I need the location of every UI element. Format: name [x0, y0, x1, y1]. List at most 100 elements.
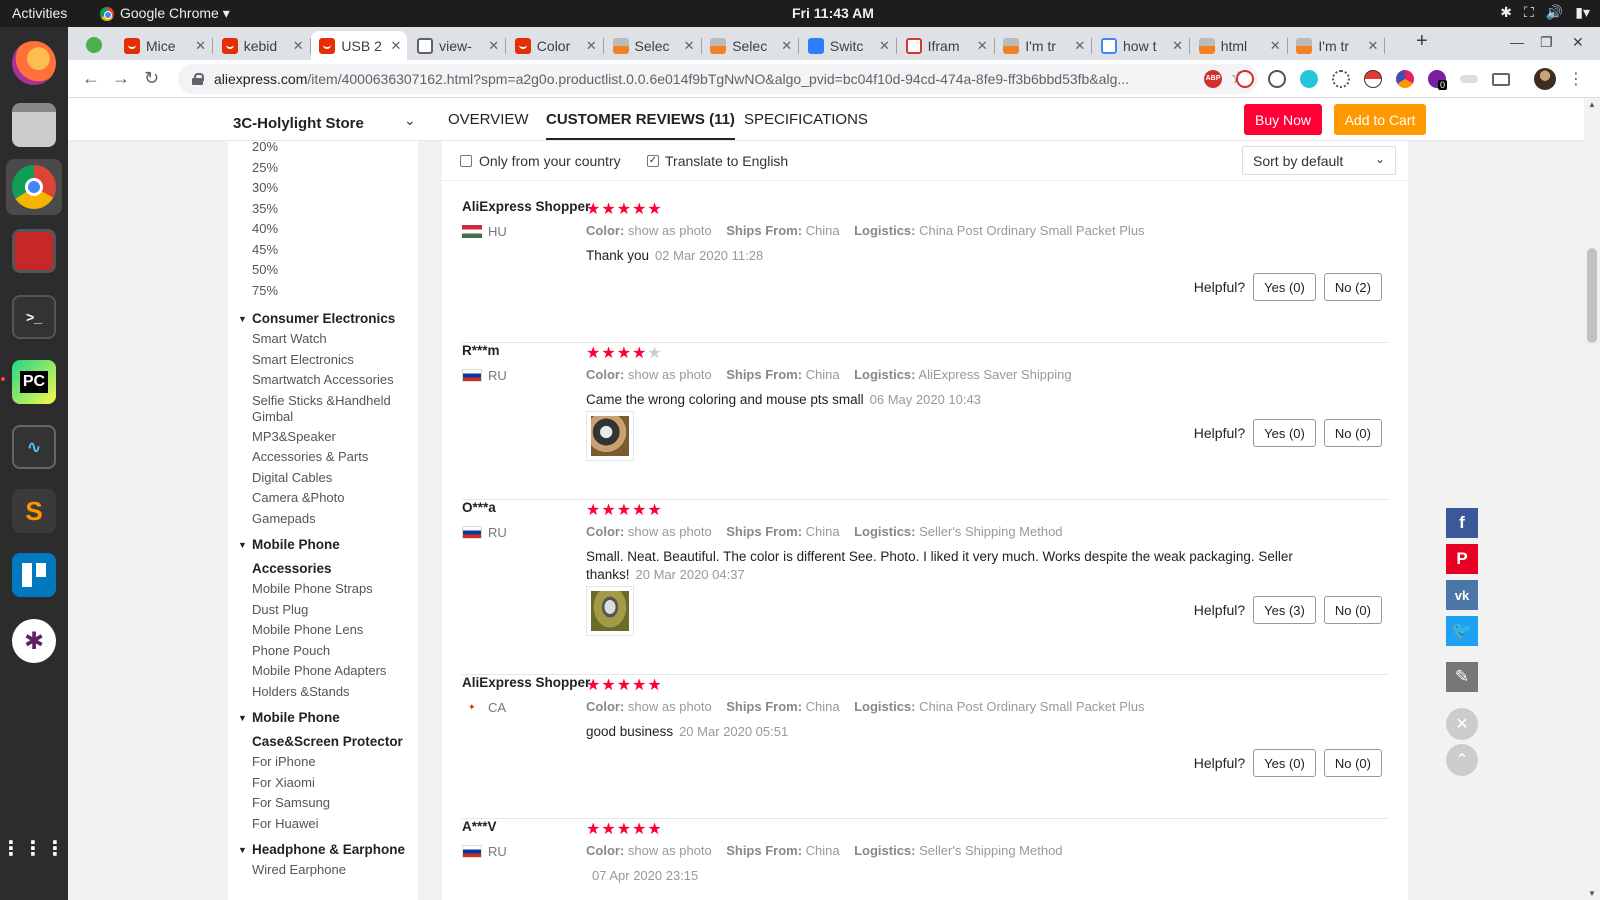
close-window-button[interactable]: ✕ [1572, 34, 1584, 51]
add-to-cart-button[interactable]: Add to Cart [1334, 104, 1426, 135]
filter-percent-item[interactable]: 25% [252, 160, 412, 176]
tab-overview[interactable]: OVERVIEW [448, 111, 529, 128]
helpful-yes-button[interactable]: Yes (0) [1253, 749, 1316, 777]
category-item[interactable]: Mobile Phone Straps [252, 581, 412, 597]
tab-specifications[interactable]: SPECIFICATIONS [744, 111, 868, 128]
category-item[interactable]: Accessories & Parts [252, 449, 412, 465]
category-item[interactable]: For iPhone [252, 754, 412, 770]
category-heading[interactable]: ▼ Mobile Phone Case&Screen Protector [236, 706, 412, 754]
scroll-down-arrow[interactable]: ▼ [1588, 889, 1596, 898]
new-tab-button[interactable]: + [1416, 30, 1428, 53]
category-heading[interactable]: ▼ Consumer Electronics [236, 307, 412, 331]
category-item[interactable]: Phone Pouch [252, 643, 412, 659]
browser-tab[interactable]: Color ✕ [507, 31, 604, 60]
extension-gear-icon[interactable] [1332, 70, 1350, 88]
helpful-yes-button[interactable]: Yes (0) [1253, 419, 1316, 447]
close-icon[interactable]: ✕ [195, 38, 206, 54]
activities-button[interactable]: Activities [12, 5, 67, 21]
browser-tab[interactable]: Switc ✕ [800, 31, 897, 60]
close-icon[interactable]: ✕ [684, 38, 695, 54]
category-item[interactable]: Wired Earphone [252, 862, 412, 878]
network-icon[interactable]: ⛶ [1524, 4, 1534, 21]
close-icon[interactable]: ✕ [1172, 38, 1183, 54]
category-item[interactable]: Mobile Phone Adapters [252, 663, 412, 679]
battery-icon[interactable]: ▮▾ [1575, 4, 1590, 21]
files-launcher[interactable] [6, 97, 62, 153]
helpful-no-button[interactable]: No (2) [1323, 273, 1382, 301]
close-icon[interactable]: ✕ [781, 38, 792, 54]
page-scrollbar[interactable]: ▲ ▼ [1584, 98, 1600, 900]
category-item[interactable]: Holders &Stands [252, 684, 412, 700]
facebook-icon[interactable]: f [1446, 508, 1478, 538]
browser-tab[interactable]: Selec ✕ [702, 31, 800, 60]
forward-button[interactable]: → [112, 68, 130, 89]
filter-percent-item[interactable]: 50% [252, 262, 412, 278]
browser-tab[interactable]: view- ✕ [409, 31, 507, 60]
category-item[interactable]: For Xiaomi [252, 775, 412, 791]
sort-select[interactable]: Sort by default ⌄ [1242, 146, 1396, 175]
slack-tray-icon[interactable]: ✱ [1500, 4, 1512, 21]
chrome-launcher[interactable] [6, 159, 62, 215]
system-monitor-launcher[interactable]: ∿ [6, 419, 62, 475]
adblock-plus-icon[interactable]: ABP [1204, 70, 1222, 88]
reload-button[interactable]: ↻ [144, 68, 159, 89]
close-icon[interactable]: ✕ [1446, 708, 1478, 740]
browser-tab[interactable]: html ✕ [1191, 31, 1288, 60]
browser-tab[interactable]: USB 2 ✕ [311, 31, 408, 60]
category-item[interactable]: Digital Cables [252, 470, 412, 486]
back-to-top-icon[interactable]: ⌃ [1446, 744, 1478, 776]
filter-percent-item[interactable]: 20% [252, 141, 412, 155]
minimize-button[interactable]: — [1510, 34, 1524, 50]
browser-tab[interactable]: how t ✕ [1093, 31, 1190, 60]
filter-percent-item[interactable]: 45% [252, 242, 412, 258]
system-tray[interactable]: ✱ ⛶ 🔊 ▮▾ [1500, 4, 1590, 21]
close-icon[interactable]: ✕ [977, 38, 988, 54]
extension-color-icon[interactable] [1396, 70, 1414, 88]
pokeball-icon[interactable] [1364, 70, 1382, 88]
category-item[interactable]: MP3&Speaker [252, 429, 412, 445]
show-applications-button[interactable]: ⋮⋮⋮ [1, 821, 65, 877]
close-icon[interactable]: ✕ [390, 38, 401, 54]
close-icon[interactable]: ✕ [1270, 38, 1281, 54]
back-button[interactable]: ← [82, 68, 100, 89]
terminal-launcher[interactable]: >_ [6, 289, 62, 345]
helpful-yes-button[interactable]: Yes (0) [1253, 273, 1316, 301]
frog-extension-icon[interactable] [86, 37, 102, 53]
app-menu[interactable]: Google Chrome ▾ [100, 5, 230, 22]
category-item[interactable]: Selfie Sticks &Handheld Gimbal [252, 393, 412, 425]
mail-icon[interactable] [1492, 73, 1510, 86]
scroll-up-arrow[interactable]: ▲ [1588, 100, 1596, 109]
category-item[interactable]: Smart Watch [252, 331, 412, 347]
category-item[interactable]: For Huawei [252, 816, 412, 832]
review-photo[interactable] [586, 411, 634, 461]
category-item[interactable]: Dust Plug [252, 602, 412, 618]
extension-teal-icon[interactable] [1300, 70, 1318, 88]
browser-tab[interactable]: I'm tr ✕ [995, 31, 1093, 60]
browser-tab[interactable]: Ifram ✕ [898, 31, 995, 60]
buy-now-button[interactable]: Buy Now [1244, 104, 1322, 135]
firefox-launcher[interactable] [6, 35, 62, 91]
helpful-no-button[interactable]: No (0) [1323, 419, 1382, 447]
browser-tab[interactable]: Mice ✕ [116, 31, 213, 60]
twitter-icon[interactable]: 🐦 [1446, 616, 1478, 646]
only-country-checkbox[interactable] [460, 155, 472, 167]
trello-launcher[interactable] [6, 547, 62, 603]
helpful-yes-button[interactable]: Yes (3) [1253, 596, 1316, 624]
extension-red-icon[interactable] [1236, 70, 1254, 88]
vk-icon[interactable]: vk [1446, 580, 1478, 610]
edit-icon[interactable]: ✎ [1446, 662, 1478, 692]
category-heading[interactable]: ▼ Headphone & Earphone [236, 838, 412, 862]
browser-tab[interactable]: Selec ✕ [605, 31, 702, 60]
browser-tab[interactable]: I'm tr ✕ [1288, 31, 1386, 60]
close-icon[interactable]: ✕ [586, 38, 597, 54]
browser-tab[interactable]: kebid ✕ [214, 31, 311, 60]
filter-percent-item[interactable]: 40% [252, 221, 412, 237]
pinterest-icon[interactable]: P [1446, 544, 1478, 574]
volume-icon[interactable]: 🔊 [1546, 4, 1563, 21]
category-heading[interactable]: ▼ Mobile Phone Accessories [236, 533, 412, 581]
close-icon[interactable]: ✕ [1074, 38, 1085, 54]
translate-label[interactable]: Translate to English [665, 153, 788, 169]
history-icon[interactable] [1268, 70, 1286, 88]
category-item[interactable]: Smart Electronics [252, 352, 412, 368]
address-bar[interactable]: aliexpress.com/item/4000636307162.html?s… [178, 64, 1258, 94]
